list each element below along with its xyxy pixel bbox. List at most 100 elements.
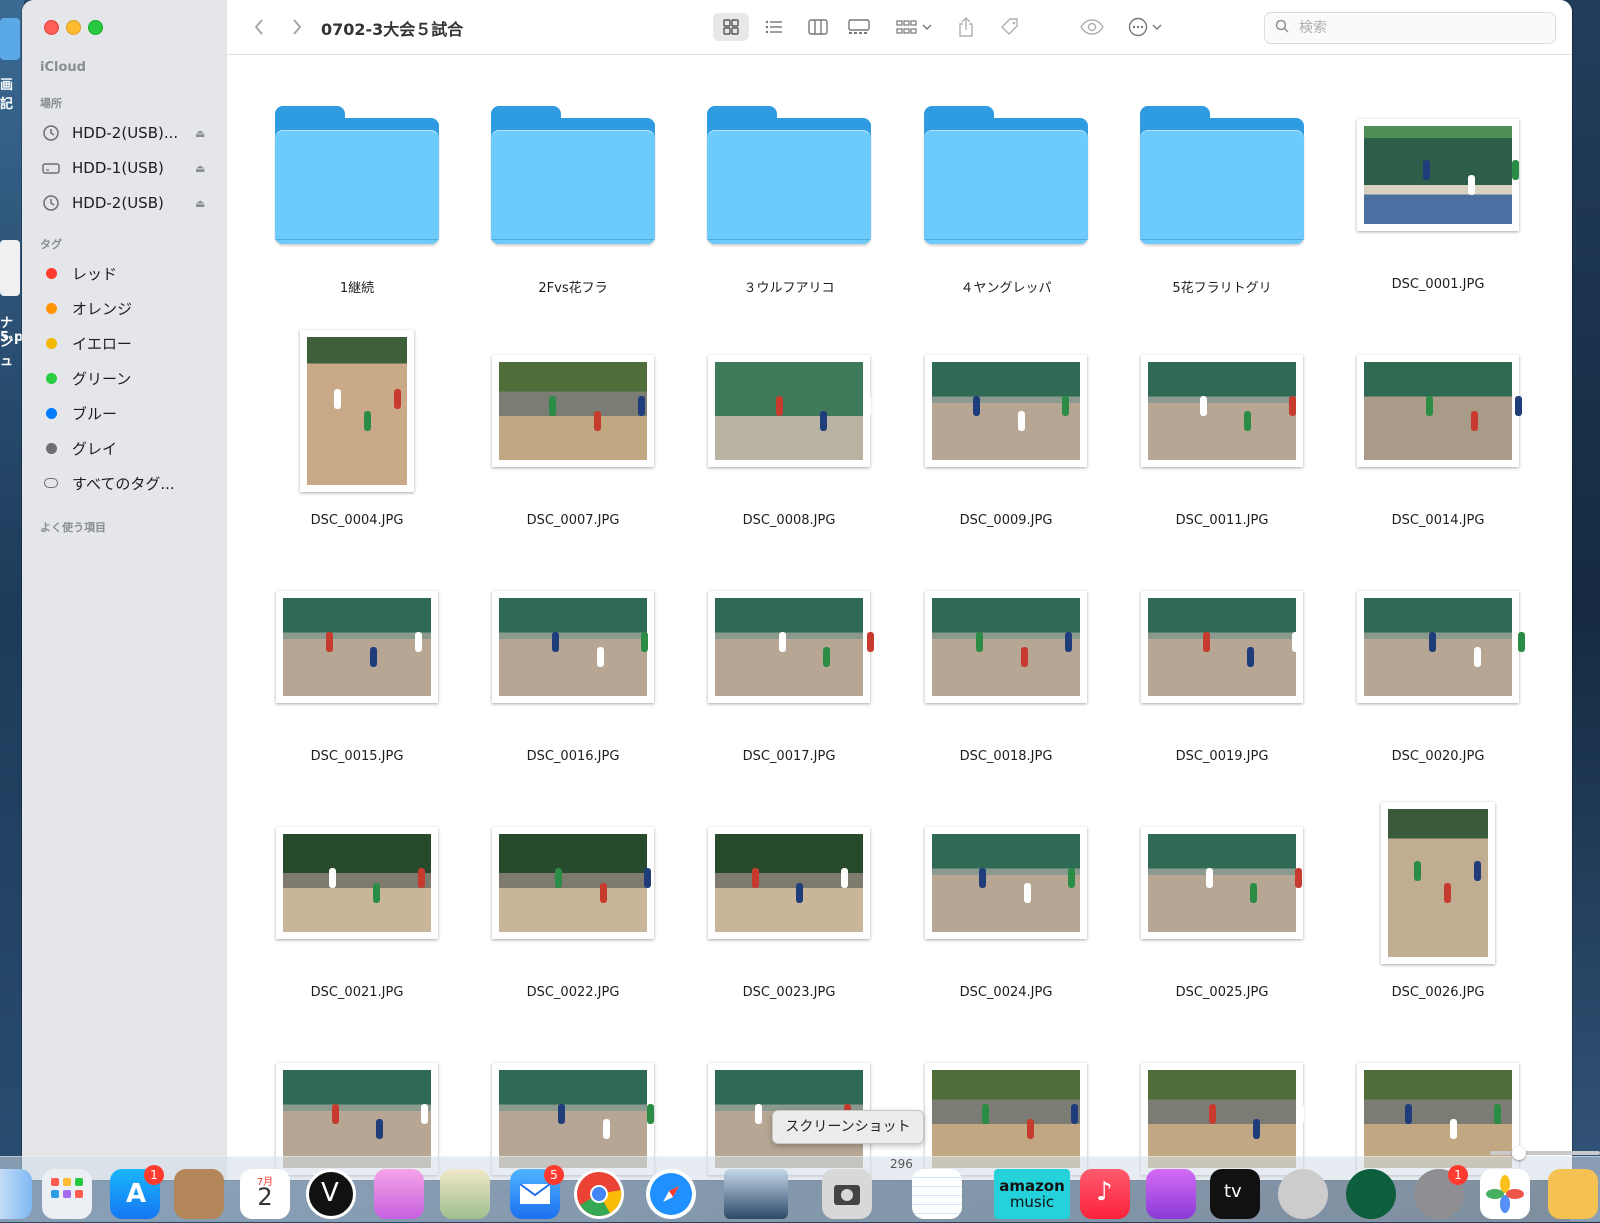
chrome-dock-icon[interactable] <box>574 1169 624 1219</box>
finder-dock-icon[interactable] <box>0 1169 32 1219</box>
sidebar-tag-red[interactable]: レッド <box>32 258 217 288</box>
sidebar-tag-blue[interactable]: ブルー <box>32 398 217 428</box>
search-input[interactable] <box>1297 19 1531 37</box>
fullscreen-button[interactable] <box>88 20 103 35</box>
eject-icon[interactable]: ⏏ <box>195 197 211 210</box>
file-name-label: DSC_0009.JPG <box>959 513 1053 528</box>
file-item[interactable]: DSC_0018.JPG <box>906 567 1106 767</box>
system-settings-dock-icon[interactable]: 1 <box>1414 1165 1468 1219</box>
folder-item[interactable]: 5花フラリトグリ <box>1122 95 1322 296</box>
sidebar-tag-orange[interactable]: オレンジ <box>32 293 217 323</box>
file-item[interactable]: DSC_0023.JPG <box>689 803 889 1003</box>
dvd-player-dock-icon[interactable] <box>1278 1169 1328 1219</box>
sidebar-section-tags[interactable]: タグ <box>40 236 62 252</box>
contacts-dock-icon[interactable] <box>174 1169 224 1219</box>
sidebar-tag-green[interactable]: グリーン <box>32 363 217 393</box>
file-item[interactable]: DSC_0011.JPG <box>1122 331 1322 531</box>
calendar-dock-icon[interactable]: 7月 2 <box>240 1169 290 1219</box>
sidebar-item-hdd2-usb-backup[interactable]: HDD-2(USB)... ⏏ <box>32 118 217 148</box>
tv-dock-icon[interactable]: tv <box>1210 1169 1260 1219</box>
file-item[interactable]: DSC_0014.JPG <box>1338 331 1538 531</box>
file-name-label: DSC_0017.JPG <box>742 749 836 764</box>
group-button[interactable] <box>891 13 937 41</box>
desktop-file-icon[interactable] <box>0 18 20 60</box>
sidebar-tag-yellow[interactable]: イエロー <box>32 328 217 358</box>
quicklook-button[interactable] <box>1077 13 1107 41</box>
textedit-dock-icon[interactable] <box>912 1169 962 1219</box>
file-item[interactable]: DSC_0020.JPG <box>1338 567 1538 767</box>
slider-knob[interactable] <box>1512 1146 1526 1160</box>
sidebar-section-icloud[interactable]: iCloud <box>40 60 86 75</box>
file-item[interactable]: DSC_0019.JPG <box>1122 567 1322 767</box>
eject-icon[interactable]: ⏏ <box>195 162 211 175</box>
photo-image <box>307 337 407 485</box>
sidebar-tag-gray[interactable]: グレイ <box>32 433 217 463</box>
file-item[interactable]: DSC_0024.JPG <box>906 803 1106 1003</box>
file-name-label: DSC_0004.JPG <box>310 513 404 528</box>
vectorworks-dock-icon[interactable]: V <box>306 1169 356 1219</box>
file-grid: 1継続 2Fvs花フラ ３ウルフアリコ ４ヤングレッパ 5花フラリトグリ DSC_0001… <box>227 55 1572 1180</box>
folder-item[interactable]: 2Fvs花フラ <box>473 95 673 296</box>
safari-dock-icon[interactable] <box>646 1169 696 1219</box>
tag-button[interactable] <box>995 13 1025 41</box>
file-item[interactable]: DSC_0009.JPG <box>906 331 1106 531</box>
mail-dock-icon[interactable]: 5 <box>510 1165 564 1219</box>
figure-shape <box>823 647 831 667</box>
eject-icon[interactable]: ⏏ <box>195 127 211 140</box>
back-button[interactable] <box>245 13 273 41</box>
green-tag-icon <box>45 372 57 384</box>
list-view-button[interactable] <box>757 13 791 41</box>
close-button[interactable] <box>44 20 59 35</box>
file-item[interactable]: DSC_0021.JPG <box>257 803 457 1003</box>
file-item[interactable]: DSC_0004.JPG <box>257 330 457 531</box>
gallery-view-button[interactable] <box>842 13 876 41</box>
icon-size-slider[interactable] <box>1490 1146 1600 1160</box>
file-item[interactable]: DSC_0001.JPG <box>1338 95 1538 295</box>
file-item[interactable]: DSC_0008.JPG <box>689 331 889 531</box>
column-view-button[interactable] <box>801 13 835 41</box>
file-name-label: DSC_0022.JPG <box>526 985 620 1000</box>
time-machine-dock-icon[interactable] <box>1346 1169 1396 1219</box>
file-item[interactable]: DSC_0022.JPG <box>473 803 673 1003</box>
downloads-folder-dock-icon[interactable] <box>1548 1169 1598 1219</box>
share-button[interactable] <box>951 13 981 41</box>
folder-item[interactable]: ３ウルフアリコ <box>689 95 889 296</box>
file-name-label: DSC_0016.JPG <box>526 749 620 764</box>
file-item[interactable]: DSC_0015.JPG <box>257 567 457 767</box>
file-item[interactable]: DSC_0017.JPG <box>689 567 889 767</box>
affinity-dock-icon[interactable] <box>374 1169 424 1219</box>
podcasts-dock-icon[interactable] <box>1146 1169 1196 1219</box>
figure-shape <box>417 868 425 889</box>
desktop-pdf-icon[interactable] <box>0 240 20 296</box>
sidebar-section-locations[interactable]: 場所 <box>40 95 62 111</box>
photo-thumbnail <box>1357 355 1522 467</box>
file-item[interactable]: DSC_0016.JPG <box>473 567 673 767</box>
photos-dock-icon[interactable] <box>1480 1169 1530 1219</box>
figure-shape <box>1208 1104 1216 1125</box>
minimize-button[interactable] <box>66 20 81 35</box>
preview-dock-icon[interactable] <box>440 1169 490 1219</box>
file-item[interactable]: DSC_0007.JPG <box>473 331 673 531</box>
file-item[interactable]: DSC_0025.JPG <box>1122 803 1322 1003</box>
forward-button[interactable] <box>283 13 311 41</box>
folder-item[interactable]: 1継続 <box>257 95 457 296</box>
figure-shape <box>979 868 987 889</box>
search-field[interactable] <box>1264 12 1556 44</box>
figure-shape <box>555 868 563 889</box>
more-button[interactable] <box>1123 13 1167 41</box>
music-dock-icon[interactable]: ♪ <box>1080 1169 1130 1219</box>
folder-item[interactable]: ４ヤングレッパ <box>906 95 1106 296</box>
launchpad-dock-icon[interactable] <box>42 1169 92 1219</box>
file-item[interactable]: DSC_0026.JPG <box>1338 802 1538 1003</box>
screenshot-dock-icon[interactable] <box>822 1169 872 1219</box>
appstore-dock-icon[interactable]: A 1 <box>110 1165 164 1219</box>
file-name-label: DSC_0024.JPG <box>959 985 1053 1000</box>
sidebar-item-hdd2-usb[interactable]: HDD-2(USB) ⏏ <box>32 188 217 218</box>
image-capture-dock-icon[interactable] <box>724 1169 788 1219</box>
sidebar-section-favorites[interactable]: よく使う項目 <box>40 519 106 535</box>
amazon-music-dock-icon[interactable]: amazon music <box>994 1169 1070 1219</box>
group-icon <box>896 20 917 34</box>
sidebar-all-tags[interactable]: すべてのタグ... <box>32 468 217 498</box>
sidebar-item-hdd1-usb[interactable]: HDD-1(USB) ⏏ <box>32 153 217 183</box>
icon-view-button[interactable] <box>713 13 749 41</box>
